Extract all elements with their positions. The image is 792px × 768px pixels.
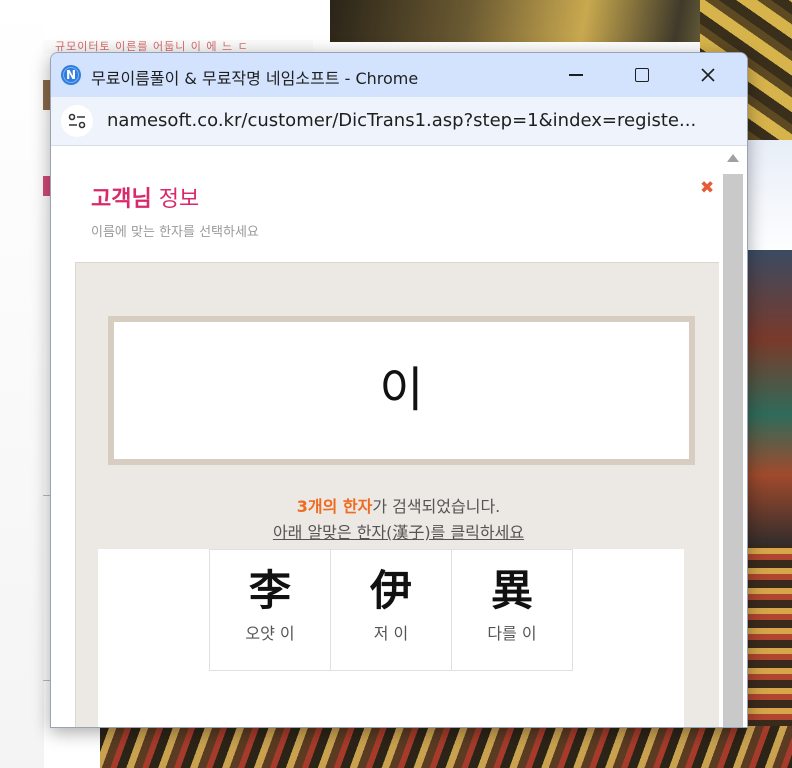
page-title-strong: 고객님 xyxy=(91,187,152,212)
window-titlebar[interactable]: N 무료이름풀이 & 무료작명 네임소프트 - Chrome xyxy=(51,53,747,97)
hanja-option-i-different[interactable]: 異 다를 이 xyxy=(451,549,573,671)
close-icon xyxy=(701,68,715,82)
hanja-character: 李 xyxy=(248,566,291,615)
site-info-button[interactable] xyxy=(61,105,93,137)
page-title: 고객님 정보 xyxy=(91,181,199,213)
vertical-scrollbar[interactable] xyxy=(719,146,747,727)
namesoft-favicon-icon: N xyxy=(61,65,81,85)
instruction-text: 아래 알맞은 한자(漢子)를 클릭하세요 xyxy=(272,523,525,542)
hanja-meaning: 다를 이 xyxy=(487,624,537,644)
site-settings-icon xyxy=(68,113,86,129)
hanja-option-i[interactable]: 伊 저 이 xyxy=(330,549,452,671)
minimize-icon xyxy=(569,74,583,76)
address-bar: namesoft.co.kr/customer/DicTrans1.asp?st… xyxy=(51,97,747,146)
hanja-meaning: 오얏 이 xyxy=(245,624,295,644)
hanja-panel: 이 3개의 한자가 검색되었습니다. 아래 알맞은 한자(漢子)를 클릭하세요 … xyxy=(75,262,722,727)
hanja-meaning: 저 이 xyxy=(373,624,409,644)
hanja-option-li[interactable]: 李 오얏 이 xyxy=(209,549,331,671)
hanja-grid: 李 오얏 이 伊 저 이 異 다를 이 xyxy=(209,549,573,671)
scroll-up-arrow-icon[interactable] xyxy=(727,154,739,162)
hanja-character: 異 xyxy=(490,566,533,615)
minimize-button[interactable] xyxy=(543,53,609,97)
background-photo-tower xyxy=(748,250,792,550)
result-count-rest: 가 검색되었습니다. xyxy=(372,497,501,516)
maximize-icon xyxy=(635,68,649,82)
hanja-list-area: 李 오얏 이 伊 저 이 異 다를 이 xyxy=(98,549,684,727)
page-content: 고객님 정보 이름에 맞는 한자를 선택하세요 ✖ 이 3개의 한자가 검색되었… xyxy=(51,146,747,727)
url-text[interactable]: namesoft.co.kr/customer/DicTrans1.asp?st… xyxy=(107,110,727,131)
maximize-button[interactable] xyxy=(609,53,675,97)
result-count-text: 3개의 한자가 검색되었습니다. xyxy=(76,493,721,517)
close-window-button[interactable] xyxy=(675,53,741,97)
background-page-left xyxy=(0,0,44,768)
chrome-popup-window: N 무료이름풀이 & 무료작명 네임소프트 - Chrome namesoft.… xyxy=(50,52,748,728)
hanja-character: 伊 xyxy=(369,566,412,615)
background-photo-roofline xyxy=(100,726,792,768)
result-count-highlight: 3개의 한자 xyxy=(296,497,373,516)
name-display-box: 이 xyxy=(108,316,695,465)
background-photo-sky xyxy=(748,140,792,260)
page-subtitle: 이름에 맞는 한자를 선택하세요 xyxy=(91,225,259,240)
scrollbar-thumb[interactable] xyxy=(723,174,743,727)
page-title-light: 정보 xyxy=(151,187,200,212)
close-icon[interactable]: ✖ xyxy=(700,180,714,197)
name-character: 이 xyxy=(379,362,424,418)
window-title: 무료이름풀이 & 무료작명 네임소프트 - Chrome xyxy=(91,69,419,88)
